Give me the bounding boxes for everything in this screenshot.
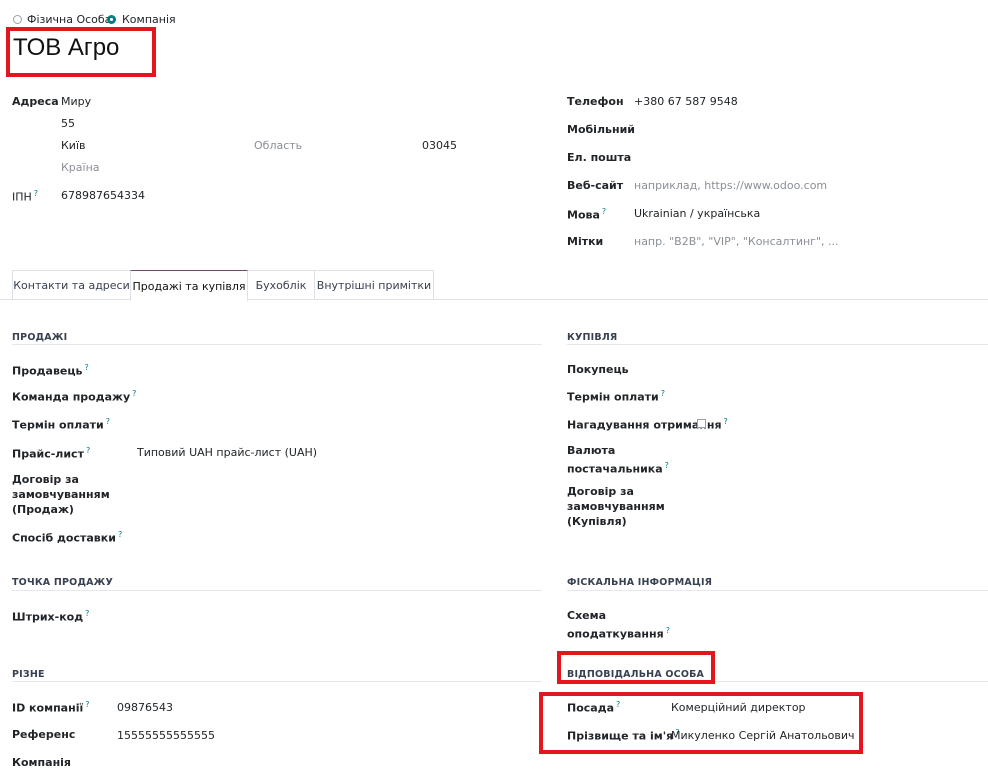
barcode-label: Штрих-код?: [12, 609, 89, 624]
language-label: Мова?: [567, 207, 606, 222]
help-icon[interactable]: ?: [666, 626, 670, 635]
pricelist-field[interactable]: Типовий UAH прайс-лист (UAH): [137, 446, 317, 459]
city-field[interactable]: Київ: [61, 139, 86, 152]
phone-field[interactable]: +380 67 587 9548: [634, 95, 738, 108]
tax-scheme-label-text: Схема оподаткування: [567, 609, 664, 641]
state-field[interactable]: Область: [254, 139, 302, 152]
annotation-box-company-name: [6, 27, 156, 77]
purchase-payment-terms-label: Термін оплати?: [567, 389, 665, 404]
fiscal-divider: [567, 590, 988, 591]
tax-scheme-label: Схема оподаткування?: [567, 608, 670, 642]
barcode-label-text: Штрих-код: [12, 610, 84, 624]
salesperson-label: Продавець?: [12, 363, 89, 378]
sales-divider: [12, 344, 542, 345]
purchase-payment-terms-label-text: Термін оплати: [567, 390, 659, 404]
help-icon[interactable]: ?: [34, 189, 38, 198]
language-label-text: Мова: [567, 208, 600, 222]
annotation-box-responsible-heading: [557, 651, 715, 684]
tab-accounting[interactable]: Бухоблік: [247, 270, 315, 299]
sales-team-label: Команда продажу?: [12, 389, 136, 404]
company-id-field[interactable]: 09876543: [117, 701, 173, 714]
salesperson-label-text: Продавець: [12, 364, 83, 378]
help-icon[interactable]: ?: [85, 700, 89, 709]
help-icon[interactable]: ?: [118, 530, 122, 539]
address-label: Адреса: [12, 95, 59, 108]
supplier-currency-label-text: Валюта постачальника: [567, 444, 663, 476]
company-id-label: ID компанії?: [12, 700, 89, 715]
street-field[interactable]: Миру: [61, 95, 91, 108]
zip-field[interactable]: 03045: [422, 139, 457, 152]
help-icon[interactable]: ?: [84, 363, 88, 372]
help-icon[interactable]: ?: [602, 207, 606, 216]
tags-label: Мітки: [567, 235, 604, 248]
sales-blanket-order-label: Договір за замовчуванням (Продаж): [12, 473, 110, 516]
sales-heading: ПРОДАЖІ: [12, 332, 68, 343]
company-radio[interactable]: [107, 15, 116, 24]
reference-field[interactable]: 15555555555555: [117, 729, 215, 742]
help-icon[interactable]: ?: [665, 461, 669, 470]
fiscal-heading: ФІСКАЛЬНА ІНФОРМАЦІЯ: [567, 577, 713, 588]
vat-field[interactable]: 678987654334: [61, 189, 145, 202]
delivery-method-label: Спосіб доставки?: [12, 530, 122, 545]
pos-divider: [12, 590, 542, 591]
purchase-heading: КУПІВЛЯ: [567, 332, 618, 343]
individual-radio-label[interactable]: Фізична Особа: [27, 13, 111, 26]
sales-payment-terms-label-text: Термін оплати: [12, 418, 104, 432]
website-label: Веб-сайт: [567, 179, 624, 192]
delivery-method-label-text: Спосіб доставки: [12, 531, 116, 545]
vat-label: ІПН?: [12, 189, 38, 204]
misc-divider: [12, 681, 542, 682]
tab-contacts-addresses[interactable]: Контакти та адреси: [12, 270, 131, 299]
help-icon[interactable]: ?: [724, 417, 728, 426]
company-radio-label[interactable]: Компанія: [122, 13, 176, 26]
help-icon[interactable]: ?: [86, 446, 90, 455]
website-field[interactable]: наприклад, https://www.odoo.com: [634, 179, 827, 192]
pos-heading: ТОЧКА ПРОДАЖУ: [12, 577, 114, 588]
tags-field[interactable]: напр. "B2B", "VIP", "Консалтинг", ...: [634, 235, 839, 248]
annotation-box-responsible-fields: [539, 692, 863, 754]
company-id-label-text: ID компанії: [12, 701, 84, 715]
reference-label: Референс: [12, 728, 76, 741]
help-icon[interactable]: ?: [132, 389, 136, 398]
language-field[interactable]: Ukrainian / українська: [634, 207, 760, 220]
street2-field[interactable]: 55: [61, 117, 75, 130]
tab-internal-notes[interactable]: Внутрішні примітки: [314, 270, 434, 299]
vat-label-text: ІПН: [12, 190, 32, 204]
help-icon[interactable]: ?: [106, 417, 110, 426]
pricelist-label: Прайс-лист?: [12, 446, 90, 461]
country-field[interactable]: Країна: [61, 161, 100, 174]
help-icon[interactable]: ?: [85, 609, 89, 618]
sales-team-label-text: Команда продажу: [12, 390, 131, 404]
phone-label: Телефон: [567, 95, 624, 108]
purchase-divider: [567, 344, 988, 345]
help-icon[interactable]: ?: [661, 389, 665, 398]
receipt-reminder-checkbox[interactable]: [697, 419, 706, 428]
email-label: Ел. пошта: [567, 151, 632, 164]
sales-payment-terms-label: Термін оплати?: [12, 417, 110, 432]
supplier-currency-label: Валюта постачальника?: [567, 443, 677, 477]
pricelist-label-text: Прайс-лист: [12, 447, 84, 461]
company-label: Компанія: [12, 756, 71, 769]
tab-sales-purchase[interactable]: Продажі та купівля: [130, 270, 248, 301]
mobile-label: Мобільний: [567, 123, 635, 136]
individual-radio[interactable]: [13, 15, 22, 24]
buyer-label: Покупець: [567, 363, 629, 376]
purchase-blanket-order-label: Договір за замовчуванням (Купівля): [567, 485, 665, 528]
misc-heading: РІЗНЕ: [12, 669, 45, 680]
